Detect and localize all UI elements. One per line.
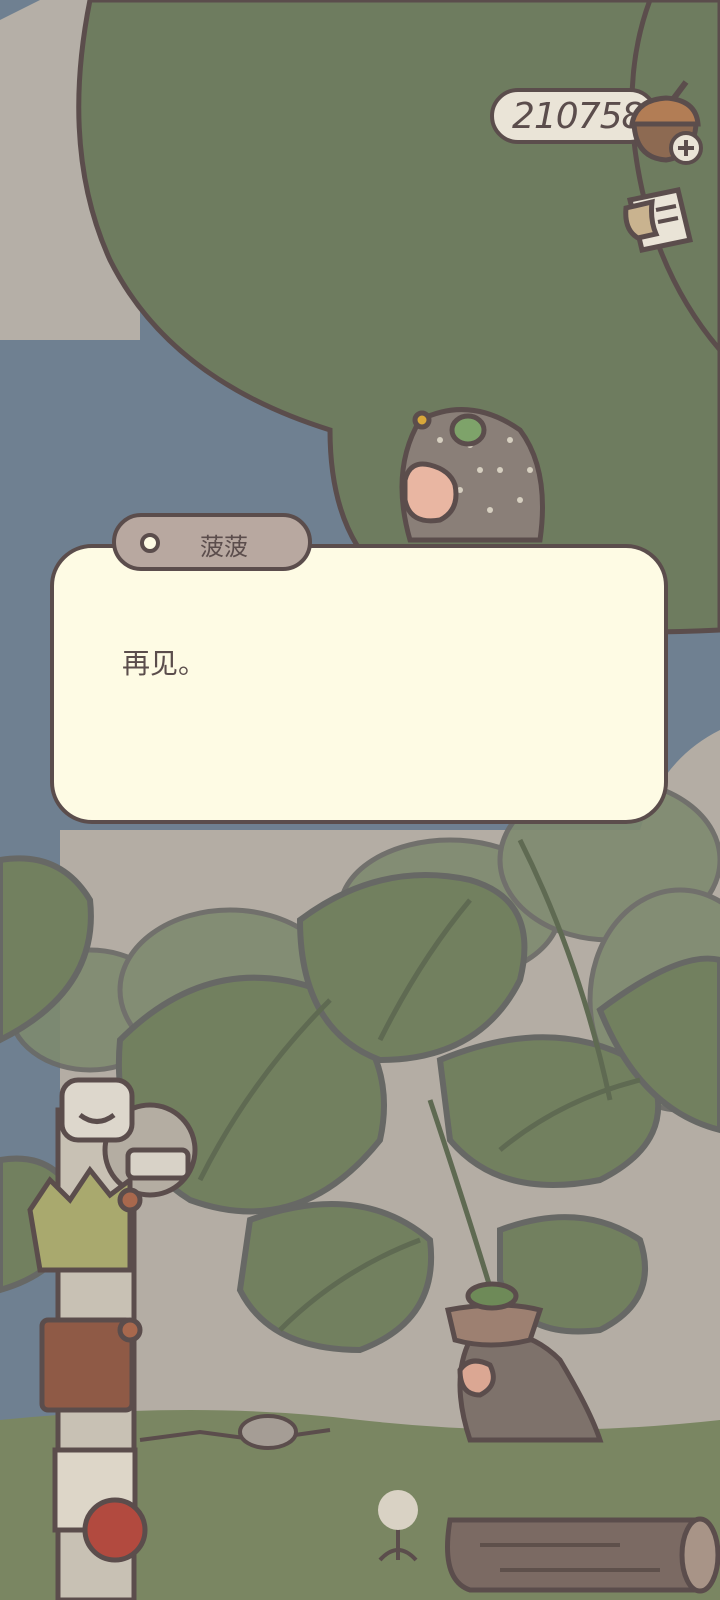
plus-icon[interactable] (669, 131, 703, 165)
notebook-icon[interactable] (620, 180, 702, 260)
acorn-icon[interactable] (626, 76, 704, 168)
speaker-name: 菠菠 (200, 533, 248, 561)
dialog-text: 再见。 (122, 647, 207, 680)
dialog-box[interactable]: 再见。 (50, 544, 668, 824)
log (445, 1516, 720, 1594)
speaker-nametag: 菠菠 (112, 513, 312, 571)
hedgehog-character (399, 407, 545, 543)
rock (238, 1414, 298, 1450)
currency-amount: 210758 (512, 95, 644, 137)
